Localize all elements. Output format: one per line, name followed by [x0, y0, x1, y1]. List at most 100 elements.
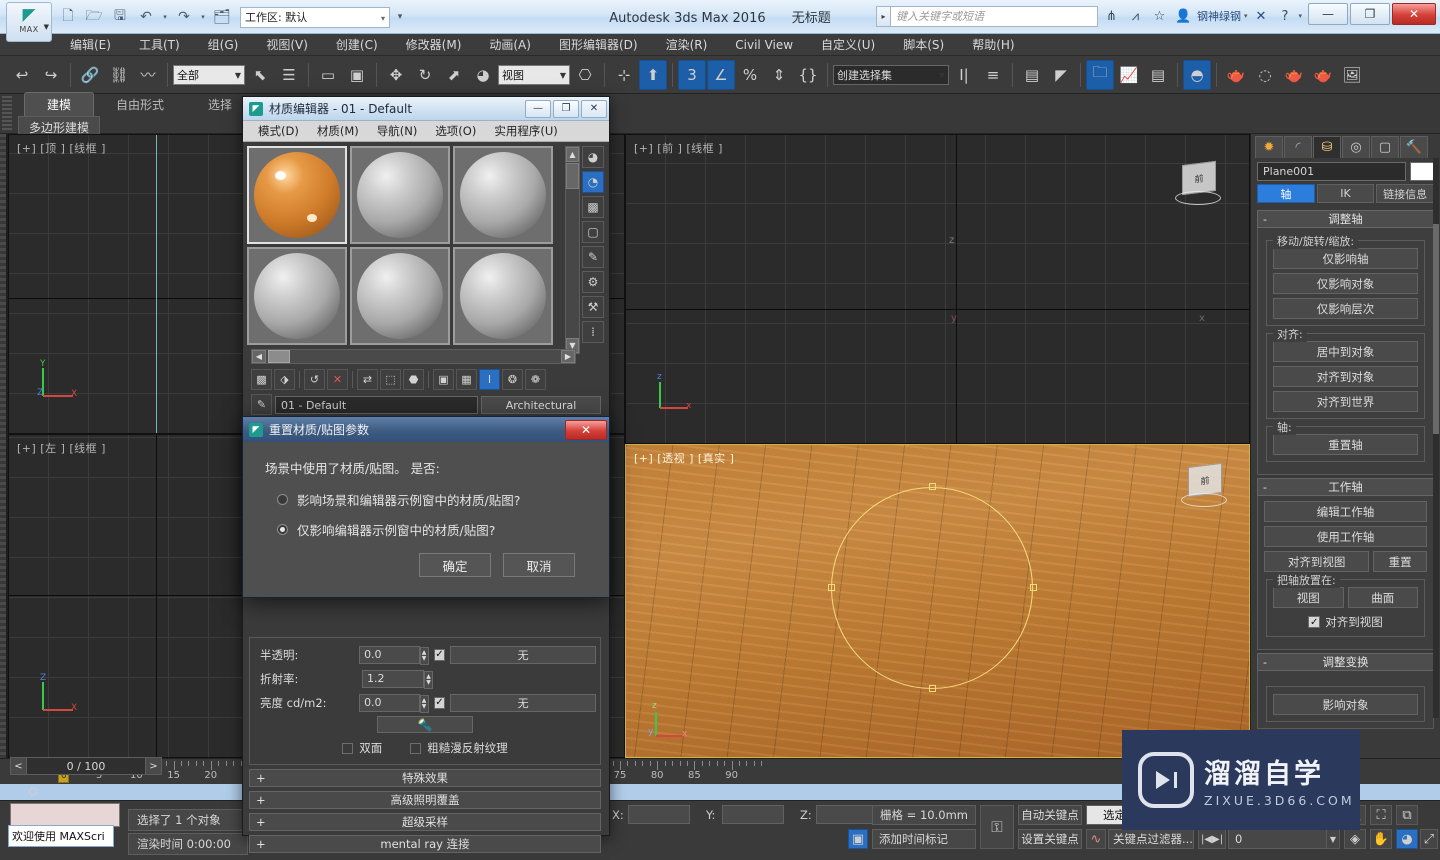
redo-dropdown-icon[interactable]: ▾	[198, 5, 208, 29]
selection-filter-select[interactable]: 全部 ▼	[173, 64, 245, 85]
chevron-down-icon[interactable]: ▼	[235, 71, 241, 80]
mirror-objects-button[interactable]: Ⅰ|	[950, 60, 978, 90]
ribbon-drag-handle[interactable]	[2, 96, 12, 132]
percent-snap-toggle-button[interactable]: %	[736, 60, 764, 90]
snaps-toggle-button[interactable]: 3	[678, 59, 706, 90]
affect-hierarchy-only-button[interactable]: 仅影响层次	[1273, 298, 1418, 319]
angle-snap-toggle-button[interactable]: ∠	[707, 59, 735, 90]
menu-item-scripting[interactable]: 脚本(S)	[889, 35, 958, 55]
material-editor-close-button[interactable]: ✕	[581, 99, 607, 118]
close-button[interactable]: ✕	[1392, 3, 1436, 25]
chevron-down-icon[interactable]: ▾	[1244, 12, 1248, 20]
material-editor-button[interactable]: ◓	[1183, 59, 1211, 90]
scroll-thumb[interactable]	[566, 163, 579, 189]
edit-working-pivot-button[interactable]: 编辑工作轴	[1264, 501, 1427, 522]
modify-tab[interactable]: ◜	[1284, 136, 1312, 158]
viewport-persp-label[interactable]: [+] [透视 ] [真实 ]	[634, 450, 734, 466]
named-selection-set-select[interactable]: 创建选择集 ▼	[833, 64, 949, 85]
dialog-option-affect-editor-only[interactable]: 仅影响编辑器示例窗中的材质/贴图?	[265, 520, 587, 539]
open-icon[interactable]: 🗁	[82, 5, 106, 29]
key-value-field[interactable]: 0	[1228, 829, 1338, 849]
view-cube-face[interactable]: 前	[1188, 462, 1222, 498]
satellite-icon[interactable]: ⩘	[1125, 6, 1146, 27]
object-color-swatch[interactable]	[1410, 162, 1434, 181]
chevron-down-icon[interactable]: ▼	[560, 71, 566, 80]
selection-handle-top[interactable]	[929, 483, 936, 490]
rollout-bar-supersampling[interactable]: + 超级采样	[249, 813, 601, 831]
get-material-button[interactable]: ▩	[251, 369, 272, 390]
zoom-extents-icon[interactable]: ⧉	[1396, 805, 1418, 825]
video-color-check-icon[interactable]: ✎	[582, 246, 604, 268]
ribbon-toggle-button[interactable]: ◤	[1047, 60, 1075, 90]
next-frame-button[interactable]: >	[145, 758, 161, 774]
workspace-more-icon[interactable]: ▾	[392, 7, 408, 28]
set-key-button[interactable]: 设置关键点	[1018, 829, 1082, 849]
scroll-left-icon[interactable]: ◀	[252, 350, 266, 363]
scene-explorer-button[interactable]: 🗀	[1086, 59, 1114, 90]
hscroll-thumb[interactable]	[268, 350, 290, 363]
redo-icon[interactable]: ↷	[172, 5, 196, 29]
add-time-tag-icon[interactable]: ▣	[848, 829, 868, 849]
material-editor-title-bar[interactable]: ◤ 材质编辑器 - 01 - Default — ❐ ✕	[243, 97, 609, 121]
exchange-icon[interactable]: ✕	[1250, 6, 1271, 27]
affect-object-button[interactable]: 影响对象	[1273, 694, 1418, 715]
previous-frame-button[interactable]: <	[11, 758, 27, 774]
scroll-right-icon[interactable]: ▶	[561, 350, 575, 363]
favorite-star-icon[interactable]: ☆	[1149, 6, 1170, 27]
reset-pivot-button[interactable]: 重置轴	[1273, 434, 1418, 455]
key-filters-curve-icon[interactable]: ∿	[1086, 829, 1106, 849]
checkbox-icon[interactable]	[342, 742, 354, 754]
menu-item-edit[interactable]: 编辑(E)	[56, 35, 125, 55]
use-pivot-point-center-button[interactable]: ⎔	[571, 60, 599, 90]
viewport-persp[interactable]: [+] [透视 ] [真实 ] 前 z x y	[625, 444, 1250, 758]
material-editor-maximize-button[interactable]: ❐	[553, 99, 579, 118]
utilities-tab[interactable]: 🔨	[1400, 136, 1428, 158]
menu-item-graph-editors[interactable]: 图形编辑器(D)	[545, 35, 652, 55]
menu-item-customize[interactable]: 自定义(U)	[807, 35, 889, 55]
luminance-map-checkbox[interactable]: ✓	[433, 696, 446, 709]
binoculars-icon[interactable]: ⋔	[1101, 6, 1122, 27]
use-working-pivot-button[interactable]: 使用工作轴	[1264, 526, 1427, 547]
chevron-down-icon[interactable]: ▾	[381, 14, 385, 23]
material-type-button[interactable]: Architectural	[481, 395, 601, 414]
keyboard-shortcut-override-button[interactable]: ⬆	[639, 59, 667, 90]
me-menu-utilities[interactable]: 实用程序(U)	[485, 121, 566, 141]
me-menu-options[interactable]: 选项(O)	[426, 121, 485, 141]
unlink-selection-button[interactable]: ⛓	[105, 60, 133, 90]
chevron-down-icon[interactable]: ▼	[44, 23, 49, 31]
reference-coordinate-select[interactable]: 视图 ▼	[498, 64, 570, 85]
menu-item-tools[interactable]: 工具(T)	[125, 35, 194, 55]
view-cube-face[interactable]: 前	[1182, 160, 1216, 196]
display-tab[interactable]: ▢	[1371, 136, 1399, 158]
save-icon[interactable]: 🖫	[108, 5, 132, 29]
collapse-icon[interactable]: -	[1263, 656, 1267, 669]
select-and-rotate-button[interactable]: ↻	[411, 60, 439, 90]
two-sided-checkbox[interactable]: 双面	[342, 740, 382, 756]
rollout-header-working-pivot[interactable]: - 工作轴	[1257, 478, 1434, 496]
collapse-icon[interactable]: -	[1263, 213, 1267, 226]
menu-item-animation[interactable]: 动画(A)	[475, 35, 545, 55]
align-to-view-button[interactable]: 对齐到视图	[1264, 551, 1370, 572]
translucency-map-checkbox[interactable]: ✓	[433, 648, 446, 661]
sample-slots-horizontal-scrollbar[interactable]: ◀ ▶	[251, 349, 576, 364]
search-dropdown-icon[interactable]: ▸	[875, 5, 890, 27]
user-account[interactable]: 👤 钢神绿钢 ▾	[1173, 6, 1248, 27]
add-time-tag-field[interactable]: 添加时间标记	[872, 829, 976, 849]
hierarchy-tab[interactable]: ⛁	[1313, 136, 1341, 158]
luminance-spinner[interactable]: 0.0 ▲ ▼	[359, 693, 429, 713]
pan-view-icon[interactable]: ✋	[1370, 829, 1392, 849]
menu-item-civil-view[interactable]: Civil View	[721, 35, 807, 55]
bind-to-space-warp-button[interactable]: 〰	[134, 60, 162, 90]
me-menu-navigation[interactable]: 导航(N)	[368, 121, 427, 141]
select-and-move-button[interactable]: ✥	[382, 60, 410, 90]
radio-icon[interactable]	[277, 524, 288, 535]
application-menu-button[interactable]: ◤ MAX ▼	[6, 2, 52, 42]
reset-button[interactable]: 重置	[1373, 551, 1427, 572]
sub-tab-link-info[interactable]: 链接信息	[1376, 184, 1435, 203]
window-crossing-button[interactable]: ▣	[343, 60, 371, 90]
redo-button[interactable]: ↪	[37, 60, 65, 90]
select-and-manipulate-button[interactable]: ⊹	[610, 60, 638, 90]
undo-button[interactable]: ↩	[8, 60, 36, 90]
material-effects-id-button[interactable]: ⬣	[403, 369, 424, 390]
expand-icon[interactable]: +	[256, 771, 266, 785]
